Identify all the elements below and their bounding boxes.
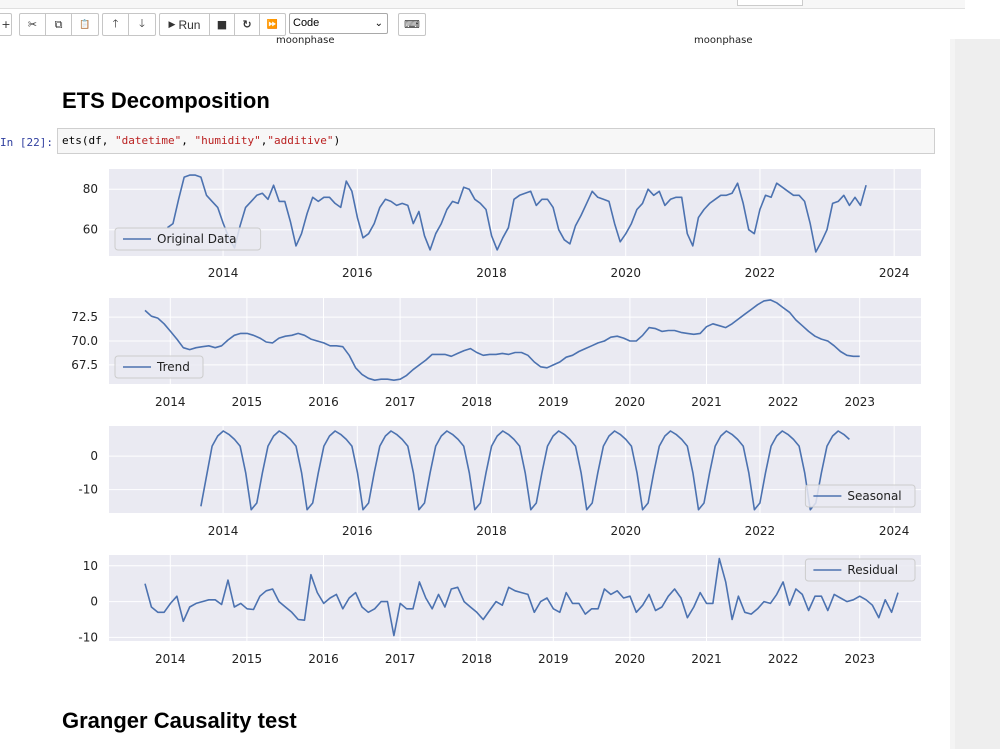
x-tick-label: 2017 (385, 395, 416, 409)
legend: Original Data (114, 227, 262, 251)
legend-label: Original Data (157, 232, 236, 246)
x-tick-label: 2014 (155, 395, 186, 409)
x-tick-label: 2018 (476, 524, 507, 538)
y-tick-label: 80 (83, 182, 98, 196)
x-tick-label: 2022 (768, 395, 799, 409)
x-tick-label: 2022 (745, 266, 776, 280)
x-tick-label: 2016 (308, 652, 339, 666)
x-tick-label: 2024 (879, 524, 910, 538)
ets-panel-original-data: 2014 2016 2018 2020 2022 2024 60 80 Original Dat… (83, 169, 921, 280)
x-tick-label: 2024 (879, 266, 910, 280)
x-tick-label: 2019 (538, 395, 569, 409)
x-tick-label: 2014 (208, 266, 239, 280)
x-tick-label: 2016 (342, 266, 373, 280)
y-tick-label: 10 (83, 559, 98, 573)
legend: Residual (804, 558, 916, 582)
x-tick-label: 2018 (461, 652, 492, 666)
plot-area (109, 426, 921, 513)
x-tick-label: 2023 (844, 395, 875, 409)
x-tick-label: 2017 (385, 652, 416, 666)
y-tick-label: 60 (83, 223, 98, 237)
heading-granger-causality: Granger Causality test (62, 708, 297, 733)
y-tick-label: -10 (78, 483, 98, 497)
x-tick-label: 2021 (691, 652, 722, 666)
x-tick-label: 2020 (610, 524, 641, 538)
x-tick-label: 2014 (208, 524, 239, 538)
x-tick-label: 2018 (476, 266, 507, 280)
y-tick-label: 67.5 (71, 358, 98, 372)
x-tick-label: 2015 (232, 652, 263, 666)
x-tick-label: 2019 (538, 652, 569, 666)
legend-label: Residual (847, 563, 898, 577)
x-tick-label: 2020 (610, 266, 641, 280)
x-tick-label: 2016 (308, 395, 339, 409)
legend-label: Seasonal (847, 489, 901, 503)
x-tick-label: 2022 (745, 524, 776, 538)
y-tick-label: 70.0 (71, 334, 98, 348)
ets-panel-trend: 2014 2015 2016 2017 2018 2019 2020 2021 2022 2023… (71, 298, 921, 409)
x-tick-label: 2018 (461, 395, 492, 409)
y-tick-label: -10 (78, 630, 98, 644)
legend-label: Trend (156, 360, 190, 374)
x-tick-label: 2023 (844, 652, 875, 666)
x-tick-label: 2020 (615, 652, 646, 666)
x-tick-label: 2021 (691, 395, 722, 409)
x-tick-label: 2022 (768, 652, 799, 666)
x-tick-label: 2015 (232, 395, 263, 409)
y-tick-label: 72.5 (71, 310, 98, 324)
legend: Seasonal (804, 484, 916, 508)
ets-panel-seasonal: 2014 2016 2018 2020 2022 2024 0 -10 Seasonal (78, 426, 921, 538)
x-tick-label: 2020 (615, 395, 646, 409)
x-tick-label: 2016 (342, 524, 373, 538)
ets-decomposition-figure: 2014 2016 2018 2020 2022 2024 60 80 Original Dat… (71, 169, 921, 666)
y-tick-label: 0 (90, 595, 98, 609)
x-tick-label: 2014 (155, 652, 186, 666)
legend: Trend (114, 355, 204, 379)
plot-area (109, 555, 921, 641)
ets-panel-residual: 2014 2015 2016 2017 2018 2019 2020 2021 2022 2023… (78, 555, 921, 666)
y-tick-label: 0 (90, 449, 98, 463)
